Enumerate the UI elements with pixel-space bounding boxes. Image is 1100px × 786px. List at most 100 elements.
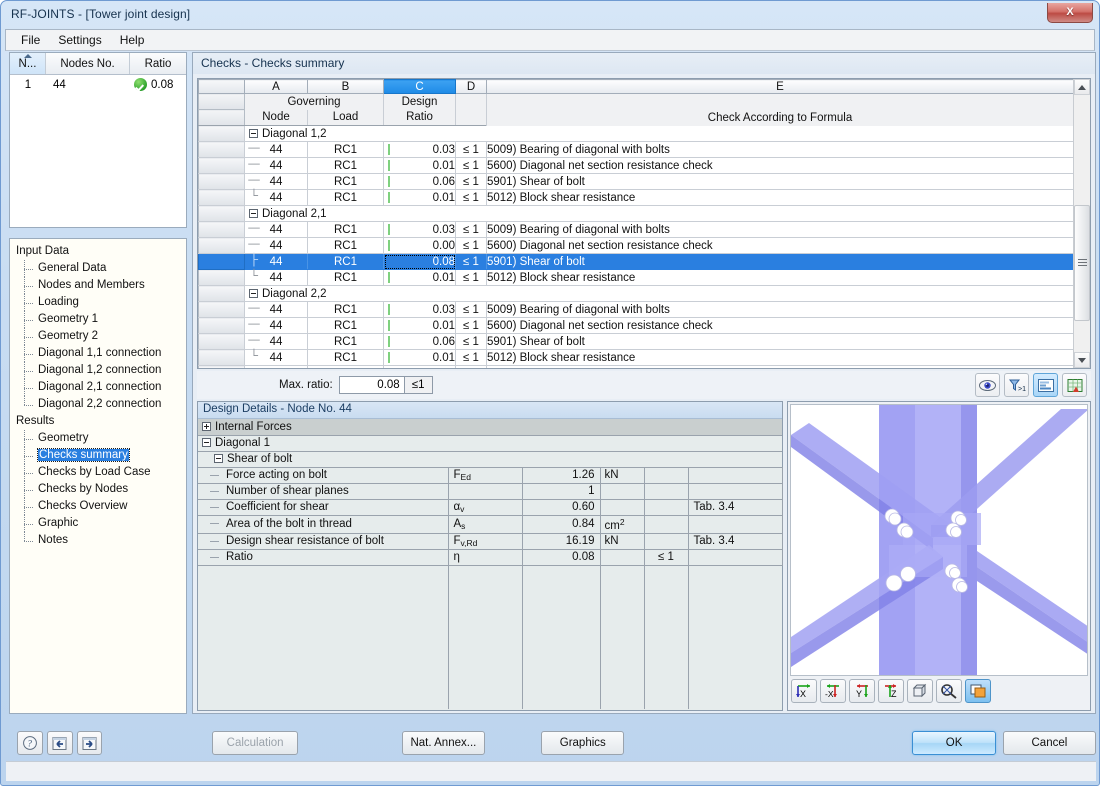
menu-settings[interactable]: Settings: [49, 30, 110, 50]
zoom-select-icon[interactable]: [936, 679, 962, 703]
dd-row[interactable]: Force acting on bolt FEd 1.26 kN: [198, 467, 783, 484]
row-header-cell[interactable]: [198, 365, 245, 368]
dd-group-cell[interactable]: Internal Forces: [198, 419, 783, 436]
nodes-list-row[interactable]: 1 44 0.08: [10, 75, 186, 94]
column-header-a[interactable]: A: [244, 79, 308, 94]
menu-file[interactable]: File: [12, 30, 49, 50]
sidebar-item-diagonal-2-2-connection[interactable]: Diagonal 2,2 connection: [24, 396, 186, 413]
next-arrow-icon[interactable]: [76, 731, 103, 755]
group-label-cell[interactable]: Diagonal 2,2: [244, 285, 1073, 302]
sidebar-item-geometry[interactable]: Geometry: [24, 430, 186, 447]
sidebar-item-checks-by-nodes[interactable]: Checks by Nodes: [24, 481, 186, 498]
row-header-cell[interactable]: [198, 157, 245, 174]
dd-row[interactable]: Design shear resistance of bolt Fv,Rd 16…: [198, 533, 783, 550]
collapse-icon[interactable]: [249, 208, 258, 218]
table-row[interactable]: —44 RC1 0.01 ≤ 1 5600) Diagonal net sect…: [198, 157, 1073, 174]
collapse-icon[interactable]: [214, 454, 223, 463]
filter-gt1-icon[interactable]: >1: [1004, 373, 1029, 397]
view-z-axis-icon[interactable]: Z: [878, 679, 904, 703]
nodes-col-number[interactable]: Nodes No.: [46, 53, 130, 74]
scroll-down-arrow-icon[interactable]: [1074, 352, 1090, 368]
collapse-icon[interactable]: [249, 288, 258, 298]
dd-subgroup-shear-of-bolt[interactable]: Shear of bolt: [198, 451, 783, 468]
nodes-col-index[interactable]: N...: [10, 53, 46, 74]
table-group-row[interactable]: Diagonal 1,2: [198, 125, 1073, 142]
help-question-icon[interactable]: ?: [17, 731, 43, 755]
column-header-c[interactable]: C: [383, 79, 456, 94]
table-row[interactable]: —44 RC1 0.06 ≤ 1 5901) Shear of bolt: [198, 173, 1073, 190]
row-header-cell[interactable]: [198, 125, 245, 142]
table-row[interactable]: —44 RC1 0.03 ≤ 1 5009) Bearing of diagon…: [198, 301, 1073, 318]
sidebar-item-checks-summary[interactable]: Checks summary: [24, 447, 186, 464]
row-header-cell[interactable]: [198, 301, 245, 318]
sidebar-item-checks-by-load-case[interactable]: Checks by Load Case: [24, 464, 186, 481]
expand-icon[interactable]: [202, 421, 211, 431]
table-row[interactable]: —44 RC1 0.03 ≤ 1 5009) Bearing of diagon…: [198, 221, 1073, 238]
row-header-cell[interactable]: [198, 221, 245, 238]
sidebar-item-geometry-1[interactable]: Geometry 1: [24, 311, 186, 328]
collapse-icon[interactable]: [202, 438, 211, 447]
graphics-button[interactable]: Graphics: [541, 731, 625, 755]
column-header-e[interactable]: E: [486, 79, 1073, 94]
sidebar-item-diagonal-2-1-connection[interactable]: Diagonal 2,1 connection: [24, 379, 186, 396]
sidebar-item-nodes-and-members[interactable]: Nodes and Members: [24, 277, 186, 294]
ok-button[interactable]: OK: [912, 731, 996, 755]
sidebar-item-geometry-2[interactable]: Geometry 2: [24, 328, 186, 345]
table-row[interactable]: └ 44 RC1 0.01 ≤ 1 5012) Block shear resis…: [198, 269, 1073, 286]
row-header-cell[interactable]: [198, 189, 245, 206]
row-header-cell[interactable]: [198, 237, 245, 254]
column-header-b[interactable]: B: [307, 79, 384, 94]
row-header-cell[interactable]: [198, 349, 245, 366]
dd-subgroup-cell[interactable]: Shear of bolt: [198, 451, 783, 468]
close-window-button[interactable]: X: [1047, 3, 1093, 23]
cell-ratio-focused[interactable]: 0.08: [383, 253, 456, 270]
table-row-selected[interactable]: ├ 44 RC1 0.08 ≤ 1 5901) Shear of bolt: [198, 253, 1073, 270]
joint-3d-view[interactable]: [790, 404, 1088, 676]
row-header-cell[interactable]: [198, 317, 245, 334]
tree-group-input-data[interactable]: Input Data: [14, 243, 186, 260]
table-row[interactable]: —44 RC1 0.00 ≤ 1 5600) Diagonal net sect…: [198, 237, 1073, 254]
nodes-col-ratio[interactable]: Ratio: [130, 53, 186, 74]
table-row[interactable]: —44 RC1 0.01 ≤ 1 5600) Diagonal net sect…: [198, 317, 1073, 334]
dd-group-cell[interactable]: Diagonal 1: [198, 435, 783, 452]
dd-row[interactable]: Ratio η 0.08 ≤ 1: [198, 549, 783, 566]
results-vertical-scrollbar[interactable]: [1073, 79, 1090, 368]
dd-row[interactable]: Coefficient for shear αv 0.60 Tab. 3.4: [198, 499, 783, 516]
sidebar-item-checks-overview[interactable]: Checks Overview: [24, 498, 186, 515]
table-group-row[interactable]: Diagonal 2,2: [198, 285, 1073, 302]
table-row-empty[interactable]: [198, 365, 1073, 368]
table-group-row[interactable]: Diagonal 2,1: [198, 205, 1073, 222]
menu-help[interactable]: Help: [111, 30, 154, 50]
design-details-table[interactable]: Internal Forces Diagonal 1 Shear of bolt…: [198, 419, 783, 709]
row-header-cell[interactable]: [198, 173, 245, 190]
details-report-icon[interactable]: [1033, 373, 1058, 397]
view-x-axis-icon[interactable]: X: [791, 679, 817, 703]
sidebar-item-diagonal-1-2-connection[interactable]: Diagonal 1,2 connection: [24, 362, 186, 379]
table-row[interactable]: └ 44 RC1 0.01 ≤ 1 5012) Block shear resis…: [198, 189, 1073, 206]
table-row[interactable]: —44 RC1 0.03 ≤ 1 5009) Bearing of diagon…: [198, 141, 1073, 158]
dd-row[interactable]: Area of the bolt in thread As 0.84 cm2: [198, 515, 783, 534]
tree-group-results[interactable]: Results: [14, 413, 186, 430]
cancel-button[interactable]: Cancel: [1002, 731, 1097, 755]
collapse-icon[interactable]: [249, 128, 258, 138]
row-header-cell[interactable]: [198, 253, 245, 270]
group-label-cell[interactable]: Diagonal 1,2: [244, 125, 1073, 142]
sidebar-item-notes[interactable]: Notes: [24, 532, 186, 549]
export-excel-icon[interactable]: [1062, 373, 1087, 397]
view-y-axis-icon[interactable]: Y: [849, 679, 875, 703]
table-row[interactable]: └ 44 RC1 0.01 ≤ 1 5012) Block shear resis…: [198, 349, 1073, 366]
sidebar-item-loading[interactable]: Loading: [24, 294, 186, 311]
nat-annex-button[interactable]: Nat. Annex...: [401, 731, 486, 755]
previous-arrow-icon[interactable]: [46, 731, 73, 755]
dd-group-internal-forces[interactable]: Internal Forces: [198, 419, 783, 436]
dd-group-diagonal-1[interactable]: Diagonal 1: [198, 435, 783, 452]
sidebar-item-graphic[interactable]: Graphic: [24, 515, 186, 532]
calculation-button[interactable]: Calculation: [212, 731, 298, 755]
checks-summary-table[interactable]: A B C D E Governing Design Check Accordi…: [198, 79, 1073, 368]
row-header-cell[interactable]: [198, 205, 245, 222]
nodes-list-table[interactable]: N... Nodes No. Ratio 1 44 0.08: [9, 52, 187, 228]
column-header-d[interactable]: D: [455, 79, 487, 94]
sidebar-item-general-data[interactable]: General Data: [24, 260, 186, 277]
scrollbar-thumb[interactable]: [1074, 205, 1090, 321]
sidebar-item-diagonal-1-1-connection[interactable]: Diagonal 1,1 connection: [24, 345, 186, 362]
